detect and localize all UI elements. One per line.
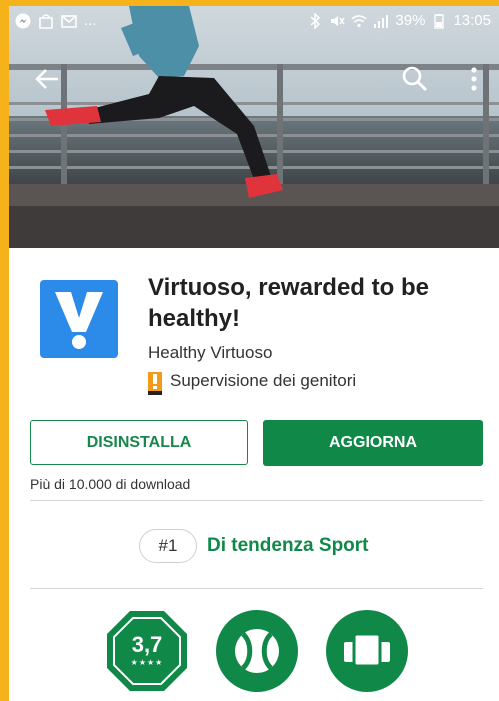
status-bar: ... 39% 13:05 (9, 6, 499, 36)
gmail-icon (61, 14, 77, 28)
content-rating-label: Supervisione dei genitori (170, 371, 357, 390)
notification-overflow: ... (84, 12, 97, 29)
app-icon (40, 280, 118, 358)
wifi-icon (351, 14, 367, 27)
trending-category-link[interactable]: Di tendenza Sport (207, 535, 369, 557)
uninstall-button[interactable]: DISINSTALLA (30, 420, 248, 465)
mute-icon (331, 15, 346, 26)
bluetooth-icon (310, 12, 321, 29)
clock: 13:05 (453, 12, 491, 29)
download-count: Più di 10.000 di download (30, 476, 191, 492)
sport-category-badge[interactable] (216, 610, 298, 692)
rank-badge: #1 (139, 529, 197, 563)
more-vert-icon[interactable] (459, 64, 489, 94)
app-title: Virtuoso, rewarded to be healthy! (148, 274, 429, 332)
rating-score: 3,7 (131, 632, 163, 657)
battery-percent: 39% (395, 12, 426, 29)
search-icon[interactable] (400, 64, 430, 94)
back-arrow-icon[interactable] (32, 64, 62, 94)
update-button[interactable]: AGGIORNA (263, 420, 483, 466)
divider (30, 588, 483, 589)
signal-icon (374, 14, 389, 28)
divider (30, 500, 483, 501)
shopping-bag-icon (39, 13, 53, 29)
virtuoso-logo-icon (55, 292, 103, 349)
parental-guidance-icon (148, 371, 162, 395)
content-rating: Supervisione dei genitori (148, 371, 357, 395)
similar-apps-badge[interactable] (326, 610, 408, 692)
tennis-ball-icon (235, 629, 279, 673)
messenger-icon (15, 13, 31, 28)
developer-link[interactable]: Healthy Virtuoso (148, 343, 272, 363)
rating-stars: ★★★★ (130, 658, 164, 667)
cards-icon (344, 632, 390, 668)
frame-left-border (0, 0, 9, 701)
battery-icon (434, 13, 445, 29)
feature-graphic (9, 6, 499, 248)
rating-score-badge[interactable]: 3,7 ★★★★ (106, 610, 188, 692)
